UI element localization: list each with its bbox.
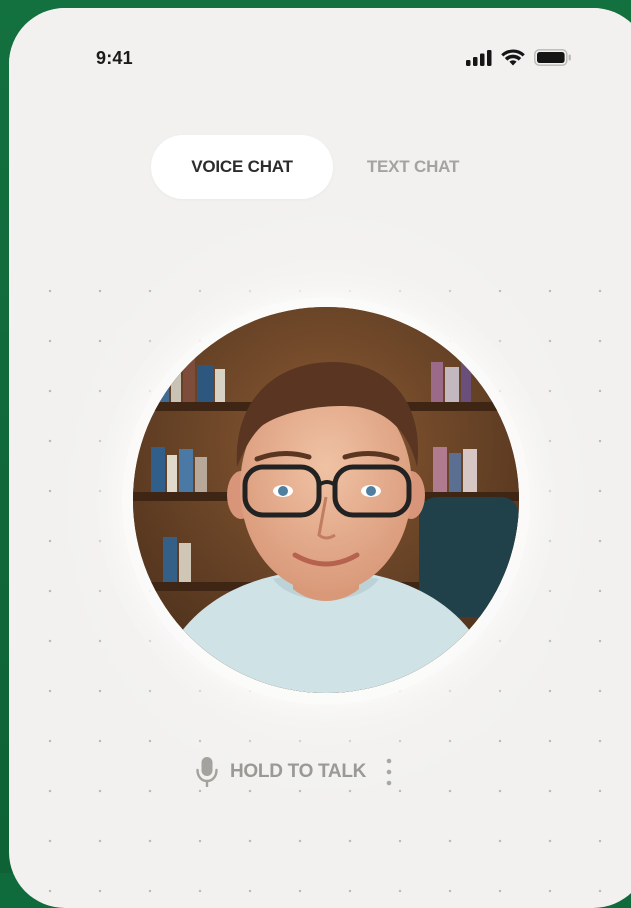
chat-mode-tabs: VOICE CHAT TEXT CHAT — [151, 135, 493, 199]
person-photo — [133, 307, 519, 693]
more-vertical-icon[interactable] — [386, 757, 392, 787]
microphone-icon — [196, 757, 218, 787]
wifi-icon — [501, 49, 525, 66]
tab-voice-chat[interactable]: VOICE CHAT — [151, 135, 333, 199]
status-time: 9:41 — [96, 48, 133, 68]
phone-screen: 9:41 VOICE CHAT TEXT CHAT HOLD TO TALK — [9, 8, 631, 908]
hold-to-talk-button[interactable]: HOLD TO TALK — [196, 750, 392, 794]
hold-to-talk-label: HOLD TO TALK — [230, 761, 367, 782]
avatar[interactable] — [133, 307, 519, 693]
tab-text-chat[interactable]: TEXT CHAT — [333, 135, 493, 199]
status-icons — [466, 49, 572, 66]
battery-icon — [534, 49, 571, 66]
signal-icon — [466, 49, 492, 66]
